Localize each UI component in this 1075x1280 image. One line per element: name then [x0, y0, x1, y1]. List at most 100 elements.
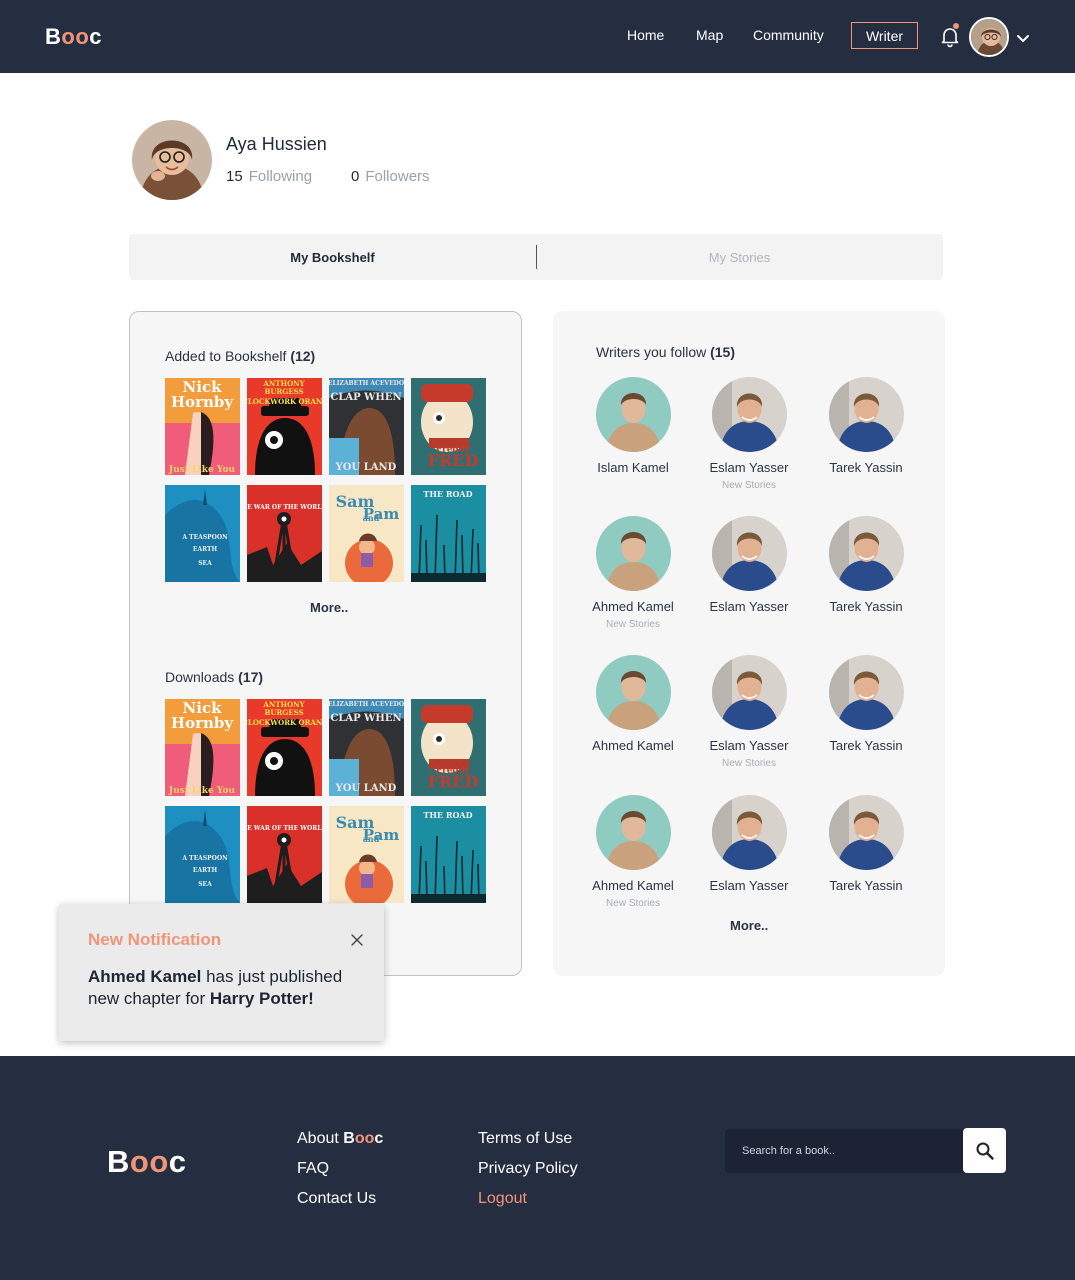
book-title-text: Just Like You [168, 786, 236, 796]
book-cover[interactable]: ELIZABETH ACEVEDO CLAP WHEN YOU LAND [329, 378, 404, 475]
book-cover[interactable]: ELIZABETH ACEVEDO CLAP WHEN YOU LAND [329, 699, 404, 796]
writer-card[interactable]: Ahmed Kamel New Stories [578, 795, 688, 909]
writer-card[interactable]: Eslam Yasser [694, 516, 804, 614]
writer-name: Eslam Yasser [709, 878, 789, 893]
footer-logo[interactable]: Booc [107, 1144, 187, 1180]
notification-title: New Notification [88, 930, 222, 949]
writer-avatar [828, 795, 904, 870]
writer-name: Tarek Yassin [829, 878, 903, 893]
book-title-text: THE WAR OF THE WORLDS [247, 825, 322, 832]
writer-name: Ahmed Kamel [592, 878, 674, 893]
book-cover[interactable]: THE ROAD [411, 806, 486, 903]
book-title-text: YOU LAND [335, 783, 397, 794]
book-cover[interactable]: THE ROAD [411, 485, 486, 582]
footer-link-about[interactable]: About Booc [297, 1130, 383, 1148]
writer-name: Eslam Yasser [709, 599, 789, 614]
writer-name: Tarek Yassin [829, 599, 903, 614]
writer-card[interactable]: Eslam Yasser New Stories [694, 377, 804, 491]
book-cover[interactable]: Nick Hornby Just Like You [165, 378, 240, 475]
bookshelf-more-link[interactable]: More.. [310, 600, 348, 615]
writer-avatar [595, 516, 671, 591]
writer-card[interactable]: Tarek Yassin [811, 377, 921, 475]
writer-new-stories: New Stories [606, 619, 660, 630]
bell-icon[interactable] [938, 23, 962, 48]
nav-map[interactable]: Map [696, 27, 723, 43]
tab-my-bookshelf[interactable]: My Bookshelf [129, 234, 536, 280]
book-title-text: A TEASPOON [181, 534, 228, 541]
profile-avatar [132, 120, 212, 200]
book-cover[interactable]: ANTHONYBURGESSA CLOCKWORK ORANGE [247, 699, 322, 796]
book-title-text: EARTH [193, 546, 218, 553]
nav-community[interactable]: Community [753, 27, 824, 43]
book-title-text: A CLOCKWORK ORANGE [247, 718, 322, 727]
book-cover[interactable]: THE WAR OF THE WORLDS [247, 806, 322, 903]
following-stat[interactable]: 15 Following [226, 168, 312, 185]
logo[interactable]: Booc [45, 24, 102, 50]
writer-new-stories: New Stories [722, 480, 776, 491]
profile-tabs: My Bookshelf My Stories [129, 234, 943, 280]
writer-new-stories: New Stories [606, 898, 660, 909]
top-navbar: Booc Home Map Community Writer [0, 0, 1075, 73]
chevron-down-icon[interactable] [1015, 30, 1031, 46]
footer-link-terms[interactable]: Terms of Use [478, 1130, 572, 1148]
book-cover[interactable]: ANTHONYBURGESSA CLOCKWORK ORANGE [247, 378, 322, 475]
footer-link-contact[interactable]: Contact Us [297, 1190, 376, 1208]
search-button[interactable] [963, 1128, 1006, 1173]
writer-card[interactable]: Tarek Yassin [811, 795, 921, 893]
book-cover[interactable]: Sam and Pam [329, 485, 404, 582]
book-title-text: Hornby [171, 714, 234, 732]
writer-card[interactable]: Ahmed Kamel New Stories [578, 516, 688, 630]
followers-stat[interactable]: 0 Followers [351, 168, 430, 185]
book-cover[interactable]: Nick Hornby Just Like You [165, 699, 240, 796]
book-cover[interactable]: A TEASPOON EARTH SEA [165, 806, 240, 903]
writer-card[interactable]: Eslam Yasser New Stories [694, 655, 804, 769]
writer-card[interactable]: Islam Kamel [578, 377, 688, 475]
book-cover[interactable]: Freddy FRED [411, 378, 486, 475]
book-cover[interactable]: A TEASPOON EARTH SEA [165, 485, 240, 582]
writer-name: Ahmed Kamel [592, 738, 674, 753]
search-input[interactable] [725, 1129, 965, 1173]
book-title-text: THE WAR OF THE WORLDS [247, 504, 322, 511]
writers-title: Writers you follow (15) [596, 344, 736, 360]
writer-avatar [595, 655, 671, 730]
writer-card[interactable]: Eslam Yasser [694, 795, 804, 893]
writer-name: Tarek Yassin [829, 460, 903, 475]
book-title-text: SEA [198, 881, 212, 888]
writer-avatar [595, 795, 671, 870]
writer-card[interactable]: Tarek Yassin [811, 655, 921, 753]
notification-dot [953, 23, 959, 29]
tab-my-stories[interactable]: My Stories [536, 234, 943, 280]
footer-link-logout[interactable]: Logout [478, 1190, 527, 1208]
writer-avatar [828, 516, 904, 591]
profile-name: Aya Hussien [226, 134, 327, 154]
writer-button[interactable]: Writer [851, 22, 918, 49]
book-title-text: EARTH [193, 867, 218, 874]
writer-avatar [711, 655, 787, 730]
writers-more-link[interactable]: More.. [730, 918, 768, 933]
avatar[interactable] [969, 17, 1009, 57]
notification-toast: New Notification Ahmed Kamel has just pu… [59, 904, 384, 1041]
book-title-text: SEA [198, 560, 212, 567]
book-title-text: FRED [428, 772, 479, 791]
writer-card[interactable]: Ahmed Kamel [578, 655, 688, 753]
book-cover[interactable]: Sam and Pam [329, 806, 404, 903]
book-title-text: Pam [363, 505, 400, 523]
search-box [725, 1129, 965, 1173]
writer-name: Eslam Yasser [709, 738, 789, 753]
writer-name: Ahmed Kamel [592, 599, 674, 614]
search-icon [976, 1142, 994, 1160]
book-cover[interactable]: THE WAR OF THE WORLDS [247, 485, 322, 582]
writer-card[interactable]: Tarek Yassin [811, 516, 921, 614]
footer-link-faq[interactable]: FAQ [297, 1160, 329, 1178]
book-title-text: A CLOCKWORK ORANGE [247, 397, 322, 406]
close-icon[interactable] [349, 932, 365, 948]
nav-home[interactable]: Home [627, 27, 664, 43]
book-title-text: THE ROAD [423, 810, 472, 820]
writer-avatar [711, 377, 787, 452]
writer-avatar [828, 377, 904, 452]
book-title-text: BURGESS [264, 387, 303, 396]
writer-new-stories: New Stories [722, 758, 776, 769]
book-cover[interactable]: Freddy FRED [411, 699, 486, 796]
footer-link-privacy[interactable]: Privacy Policy [478, 1160, 578, 1178]
writer-avatar [711, 516, 787, 591]
